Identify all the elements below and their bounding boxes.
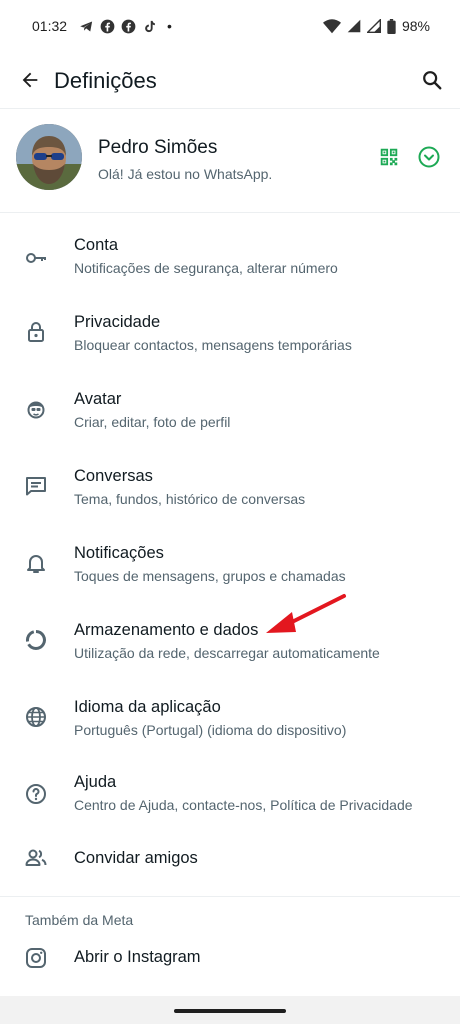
status-dot: • [167, 18, 172, 34]
divider [0, 108, 460, 109]
settings-item-subtitle: Notificações de segurança, alterar númer… [74, 260, 338, 276]
settings-item-subtitle: Utilização da rede, descarregar automati… [74, 645, 380, 661]
settings-item-subtitle: Português (Portugal) (idioma do disposit… [74, 722, 347, 738]
arrow-back-icon [19, 69, 41, 96]
settings-item-convidar[interactable]: Convidar amigos [0, 838, 460, 886]
search-button[interactable] [414, 64, 450, 100]
avatar-face-icon [22, 395, 50, 423]
divider [0, 896, 460, 897]
app-bar: Definições [0, 54, 460, 110]
settings-item-conta[interactable]: Conta Notificações de segurança, alterar… [0, 222, 460, 294]
settings-item-conversas[interactable]: Conversas Tema, fundos, histórico de con… [0, 453, 460, 525]
annotation-arrow [262, 592, 348, 641]
settings-item-subtitle: Tema, fundos, histórico de conversas [74, 491, 306, 507]
settings-item-notificacoes[interactable]: Notificações Toques de mensagens, grupos… [0, 530, 460, 602]
settings-item-armazenamento[interactable]: Armazenamento e dados Utilização da rede… [0, 607, 460, 679]
settings-item-subtitle: Toques de mensagens, grupos e chamadas [74, 568, 346, 584]
settings-item-title: Ajuda [74, 773, 117, 791]
qr-code-icon [378, 146, 400, 173]
settings-item-subtitle: Centro de Ajuda, contacte-nos, Política … [74, 797, 413, 813]
profile-status: Olá! Já estou no WhatsApp. [98, 166, 273, 182]
battery-percent: 98% [401, 18, 430, 34]
settings-item-title: Convidar amigos [74, 849, 198, 867]
instagram-icon [22, 944, 50, 972]
profile-card[interactable]: Pedro Simões Olá! Já estou no WhatsApp. [0, 112, 460, 210]
bell-icon [22, 549, 50, 577]
settings-item-title: Armazenamento e dados [74, 621, 259, 639]
settings-item-subtitle: Criar, editar, foto de perfil [74, 414, 231, 430]
settings-item-idioma[interactable]: Idioma da aplicação Português (Portugal)… [0, 684, 460, 756]
lock-icon [22, 318, 50, 346]
key-icon [22, 244, 50, 272]
chevron-down-circle-icon [417, 145, 441, 174]
storage-circle-icon [22, 626, 50, 654]
back-button[interactable] [12, 64, 48, 100]
divider [0, 212, 460, 213]
people-icon [22, 844, 50, 872]
search-icon [421, 69, 443, 96]
settings-item-avatar[interactable]: Avatar Criar, editar, foto de perfil [0, 376, 460, 448]
settings-item-subtitle: Bloquear contactos, mensagens temporária… [74, 337, 352, 353]
profile-name: Pedro Simões [98, 137, 218, 158]
status-time: 01:32 [32, 18, 68, 34]
avatar[interactable] [16, 124, 82, 190]
settings-item-privacidade[interactable]: Privacidade Bloquear contactos, mensagen… [0, 299, 460, 371]
wifi-icon [322, 18, 341, 34]
globe-icon [22, 703, 50, 731]
page-title: Definições [54, 68, 157, 93]
tiktok-icon [142, 19, 157, 34]
battery-icon [387, 18, 396, 34]
home-gesture-handle[interactable] [174, 1009, 286, 1013]
section-label-meta: Também da Meta [25, 912, 134, 928]
facebook-icon [100, 19, 115, 34]
facebook-icon [121, 19, 136, 34]
qr-code-button[interactable] [376, 146, 402, 172]
signal-icon [347, 19, 361, 33]
status-bar: 01:32 • 98% [0, 0, 460, 52]
meta-item-title: Abrir o Instagram [74, 948, 201, 966]
telegram-icon [79, 19, 94, 34]
meta-item-instagram[interactable]: Abrir o Instagram [0, 934, 460, 982]
settings-item-title: Notificações [74, 544, 164, 562]
help-icon [22, 780, 50, 808]
settings-item-title: Privacidade [74, 313, 161, 331]
settings-item-title: Conversas [74, 467, 153, 485]
settings-item-title: Conta [74, 236, 119, 254]
settings-item-title: Idioma da aplicação [74, 698, 221, 716]
account-switch-button[interactable] [416, 146, 442, 172]
chat-icon [22, 472, 50, 500]
settings-item-ajuda[interactable]: Ajuda Centro de Ajuda, contacte-nos, Pol… [0, 761, 460, 833]
signal-icon [366, 19, 381, 33]
settings-item-title: Avatar [74, 390, 122, 408]
